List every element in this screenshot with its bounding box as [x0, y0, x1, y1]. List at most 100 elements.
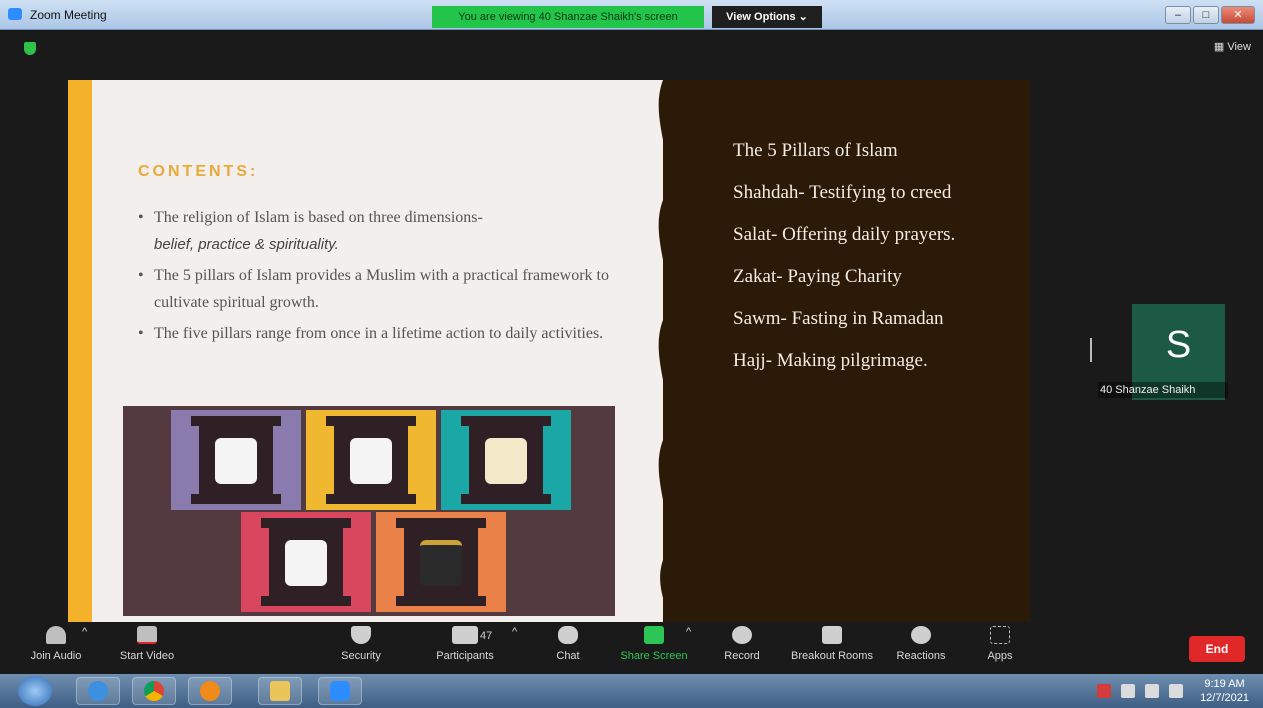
pillars-illustration — [123, 406, 615, 616]
chat-label: Chat — [556, 650, 580, 662]
taskbar-media-player[interactable] — [188, 677, 232, 705]
start-video-label: Start Video — [119, 650, 175, 662]
participants-icon — [452, 626, 478, 644]
view-layout-button[interactable]: ▦ View — [1214, 40, 1251, 53]
viewing-screen-banner: You are viewing 40 Shanzae Shaikh's scre… — [432, 6, 704, 28]
bullet-text: The five pillars range from once in a li… — [154, 325, 604, 342]
chat-button[interactable]: Chat — [550, 626, 586, 662]
security-label: Security — [341, 650, 381, 662]
breakout-rooms-label: Breakout Rooms — [791, 650, 873, 662]
pillars-list-item: The 5 Pillars of Islam — [733, 140, 898, 161]
zoom-app-icon — [8, 8, 22, 20]
share-screen-arrow-icon — [644, 626, 664, 644]
apps-icon — [990, 626, 1010, 644]
participants-options-chevron-icon[interactable]: ^ — [512, 626, 517, 638]
headphones-icon — [46, 626, 66, 644]
pillars-list-item: Zakat- Paying Charity — [733, 266, 902, 287]
pillars-list-item: Salat- Offering daily prayers. — [733, 224, 956, 245]
encryption-shield-icon[interactable] — [24, 42, 36, 55]
view-label: View — [1227, 41, 1251, 53]
pointing-hand-icon — [215, 438, 257, 484]
contents-heading: CONTENTS: — [138, 163, 259, 180]
bullet-item: The religion of Islam is based on three … — [136, 204, 636, 258]
participant-name: 40 Shanzae Shaikh — [1098, 382, 1228, 398]
pillars-list-item: Sawm- Fasting in Ramadan — [733, 308, 944, 329]
join-audio-label: Join Audio — [30, 650, 82, 662]
taskbar-clock[interactable]: 9:19 AM 12/7/2021 — [1200, 677, 1249, 705]
tray-network-icon[interactable] — [1145, 684, 1159, 698]
participant-avatar-initial: S — [1165, 324, 1192, 366]
pillars-list-item: Hajj- Making pilgrimage. — [733, 350, 928, 371]
internet-explorer-icon — [88, 681, 108, 701]
pillars-list-item: Shahdah- Testifying to creed — [733, 182, 952, 203]
pillars-list: The 5 Pillars of Islam Shahdah- Testifyi… — [733, 135, 993, 387]
close-button[interactable]: ✕ — [1221, 6, 1255, 24]
praying-figure-icon — [350, 438, 392, 484]
system-tray — [1097, 684, 1183, 698]
shared-screen-slide: CONTENTS: The religion of Islam is based… — [68, 80, 1030, 622]
folder-icon — [270, 681, 290, 701]
join-audio-button[interactable]: Join Audio — [26, 626, 86, 662]
pillar-salat-tile — [306, 410, 436, 510]
record-label: Record — [724, 650, 760, 662]
tray-volume-muted-icon[interactable] — [1121, 684, 1135, 698]
meeting-area: ▦ View CONTENTS: The religion of Islam i… — [0, 30, 1263, 622]
bullet-text: The 5 pillars of Islam provides a Muslim… — [154, 267, 609, 311]
taskbar-chrome[interactable] — [132, 677, 176, 705]
security-shield-icon — [351, 626, 371, 644]
lantern-icon — [485, 438, 527, 484]
taskbar-ie[interactable] — [76, 677, 120, 705]
pillar-zakat-tile — [241, 512, 371, 612]
bullet-italic-text: belief, practice & spirituality. — [154, 236, 339, 253]
tray-shield-icon[interactable] — [1097, 684, 1111, 698]
video-off-icon — [137, 626, 157, 644]
windows-taskbar: 9:19 AM 12/7/2021 — [0, 674, 1263, 708]
zoom-icon — [330, 681, 350, 701]
taskbar-explorer[interactable] — [258, 677, 302, 705]
reactions-button[interactable]: Reactions — [893, 626, 949, 662]
title-bar: Zoom Meeting You are viewing 40 Shanzae … — [0, 0, 1263, 30]
thumbnail-resize-handle[interactable] — [1090, 338, 1092, 362]
record-button[interactable]: Record — [720, 626, 764, 662]
start-video-button[interactable]: Start Video — [116, 626, 178, 662]
pillar-shahada-tile — [171, 410, 301, 510]
share-screen-button[interactable]: Share Screen — [618, 626, 690, 662]
kaaba-icon — [420, 540, 462, 586]
share-screen-label: Share Screen — [620, 650, 688, 662]
maximize-button[interactable]: □ — [1193, 6, 1219, 24]
chrome-icon — [144, 681, 164, 701]
participants-label: Participants — [436, 650, 494, 662]
smiley-plus-icon — [911, 626, 931, 644]
tray-action-center-icon[interactable] — [1169, 684, 1183, 698]
clock-date: 12/7/2021 — [1200, 692, 1249, 704]
view-options-button[interactable]: View Options ⌄ — [712, 6, 822, 28]
record-icon — [732, 626, 752, 644]
bullet-item: The five pillars range from once in a li… — [136, 320, 636, 347]
reactions-label: Reactions — [896, 650, 946, 662]
taskbar-zoom[interactable] — [318, 677, 362, 705]
audio-options-chevron-icon[interactable]: ^ — [82, 626, 87, 638]
share-options-chevron-icon[interactable]: ^ — [686, 626, 691, 638]
giving-hands-icon — [285, 540, 327, 586]
breakout-rooms-button[interactable]: Breakout Rooms — [786, 626, 878, 662]
contents-bullets: The religion of Islam is based on three … — [136, 204, 636, 351]
slide-wave-divider — [658, 80, 683, 622]
pillar-hajj-tile — [376, 512, 506, 612]
breakout-rooms-grid-icon — [822, 626, 842, 644]
window-controls: – □ ✕ — [1165, 6, 1255, 24]
clock-time: 9:19 AM — [1204, 678, 1245, 690]
chat-bubble-icon — [558, 626, 578, 644]
slide-accent-bar — [68, 80, 92, 622]
window-title: Zoom Meeting — [30, 8, 107, 22]
windows-start-button[interactable] — [18, 676, 52, 706]
security-button[interactable]: Security — [336, 626, 386, 662]
end-meeting-button[interactable]: End — [1189, 636, 1245, 662]
media-player-icon — [200, 681, 220, 701]
bullet-item: The 5 pillars of Islam provides a Muslim… — [136, 262, 636, 316]
pillar-sawm-tile — [441, 410, 571, 510]
apps-button[interactable]: Apps — [984, 626, 1016, 662]
minimize-button[interactable]: – — [1165, 6, 1191, 24]
bullet-text: The religion of Islam is based on three … — [154, 209, 483, 226]
participants-count: 47 — [480, 630, 493, 642]
grid-icon: ▦ — [1213, 41, 1228, 53]
